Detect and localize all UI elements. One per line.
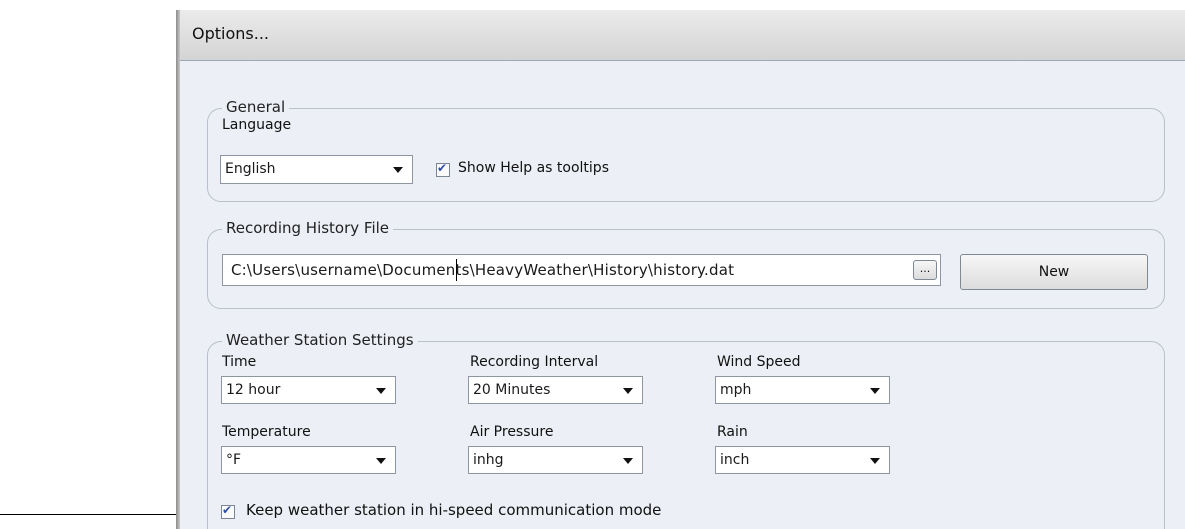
- air-pressure-select[interactable]: inhg: [468, 446, 643, 474]
- rain-label: Rain: [717, 424, 748, 440]
- text-caret: [456, 259, 457, 281]
- time-select-value: 12 hour: [226, 382, 281, 398]
- hispeed-checkbox[interactable]: ✔: [221, 503, 235, 519]
- show-help-label[interactable]: Show Help as tooltips: [458, 160, 609, 176]
- chevron-down-icon: [870, 458, 880, 464]
- temperature-select-value: °F: [226, 452, 242, 468]
- annotation-arrow-line: [0, 514, 200, 515]
- wind-speed-select[interactable]: mph: [715, 376, 890, 404]
- air-pressure-label: Air Pressure: [470, 424, 554, 440]
- station-legend: Weather Station Settings: [222, 331, 418, 349]
- interval-select-value: 20 Minutes: [473, 382, 551, 398]
- time-select[interactable]: 12 hour: [221, 376, 396, 404]
- station-group: Weather Station Settings Time 12 hour Re…: [207, 331, 1165, 529]
- options-dialog: Options... General Language English ✔ Sh…: [176, 10, 1185, 529]
- general-legend: General: [222, 98, 290, 116]
- wind-speed-label: Wind Speed: [717, 354, 801, 370]
- history-group: Recording History File C:\Users\username…: [207, 219, 1165, 309]
- new-button[interactable]: New: [960, 254, 1148, 290]
- time-label: Time: [222, 354, 257, 370]
- history-legend: Recording History File: [222, 219, 394, 237]
- language-select-value: English: [225, 161, 276, 177]
- rain-select-value: inch: [720, 452, 750, 468]
- chevron-down-icon: [623, 388, 633, 394]
- interval-select[interactable]: 20 Minutes: [468, 376, 643, 404]
- window-edge: [176, 10, 180, 529]
- wind-speed-select-value: mph: [720, 382, 752, 398]
- air-pressure-select-value: inhg: [473, 452, 504, 468]
- temperature-select[interactable]: °F: [221, 446, 396, 474]
- hispeed-label[interactable]: Keep weather station in hi-speed communi…: [246, 501, 661, 519]
- general-group: General Language English ✔ Show Help as …: [207, 98, 1165, 202]
- chevron-down-icon: [376, 388, 386, 394]
- title-bar[interactable]: Options...: [176, 10, 1185, 60]
- chevron-down-icon: [393, 167, 403, 173]
- history-path-input[interactable]: C:\Users\username\Documents\HeavyWeather…: [222, 254, 941, 286]
- chevron-down-icon: [376, 458, 386, 464]
- browse-button[interactable]: ...: [913, 260, 937, 280]
- browse-button-label: ...: [919, 262, 931, 275]
- chevron-down-icon: [623, 458, 633, 464]
- checkmark-icon: ✔: [222, 503, 233, 517]
- dialog-content: General Language English ✔ Show Help as …: [180, 60, 1185, 529]
- language-label: Language: [222, 117, 292, 133]
- show-help-checkbox[interactable]: ✔: [436, 161, 450, 177]
- language-select[interactable]: English: [220, 155, 413, 184]
- chevron-down-icon: [870, 388, 880, 394]
- history-path-value: C:\Users\username\Documents\HeavyWeather…: [231, 261, 735, 279]
- new-button-label: New: [1038, 264, 1070, 280]
- temperature-label: Temperature: [222, 424, 311, 440]
- checkmark-icon: ✔: [437, 161, 448, 175]
- interval-label: Recording Interval: [470, 354, 599, 370]
- rain-select[interactable]: inch: [715, 446, 890, 474]
- window-title: Options...: [192, 24, 269, 43]
